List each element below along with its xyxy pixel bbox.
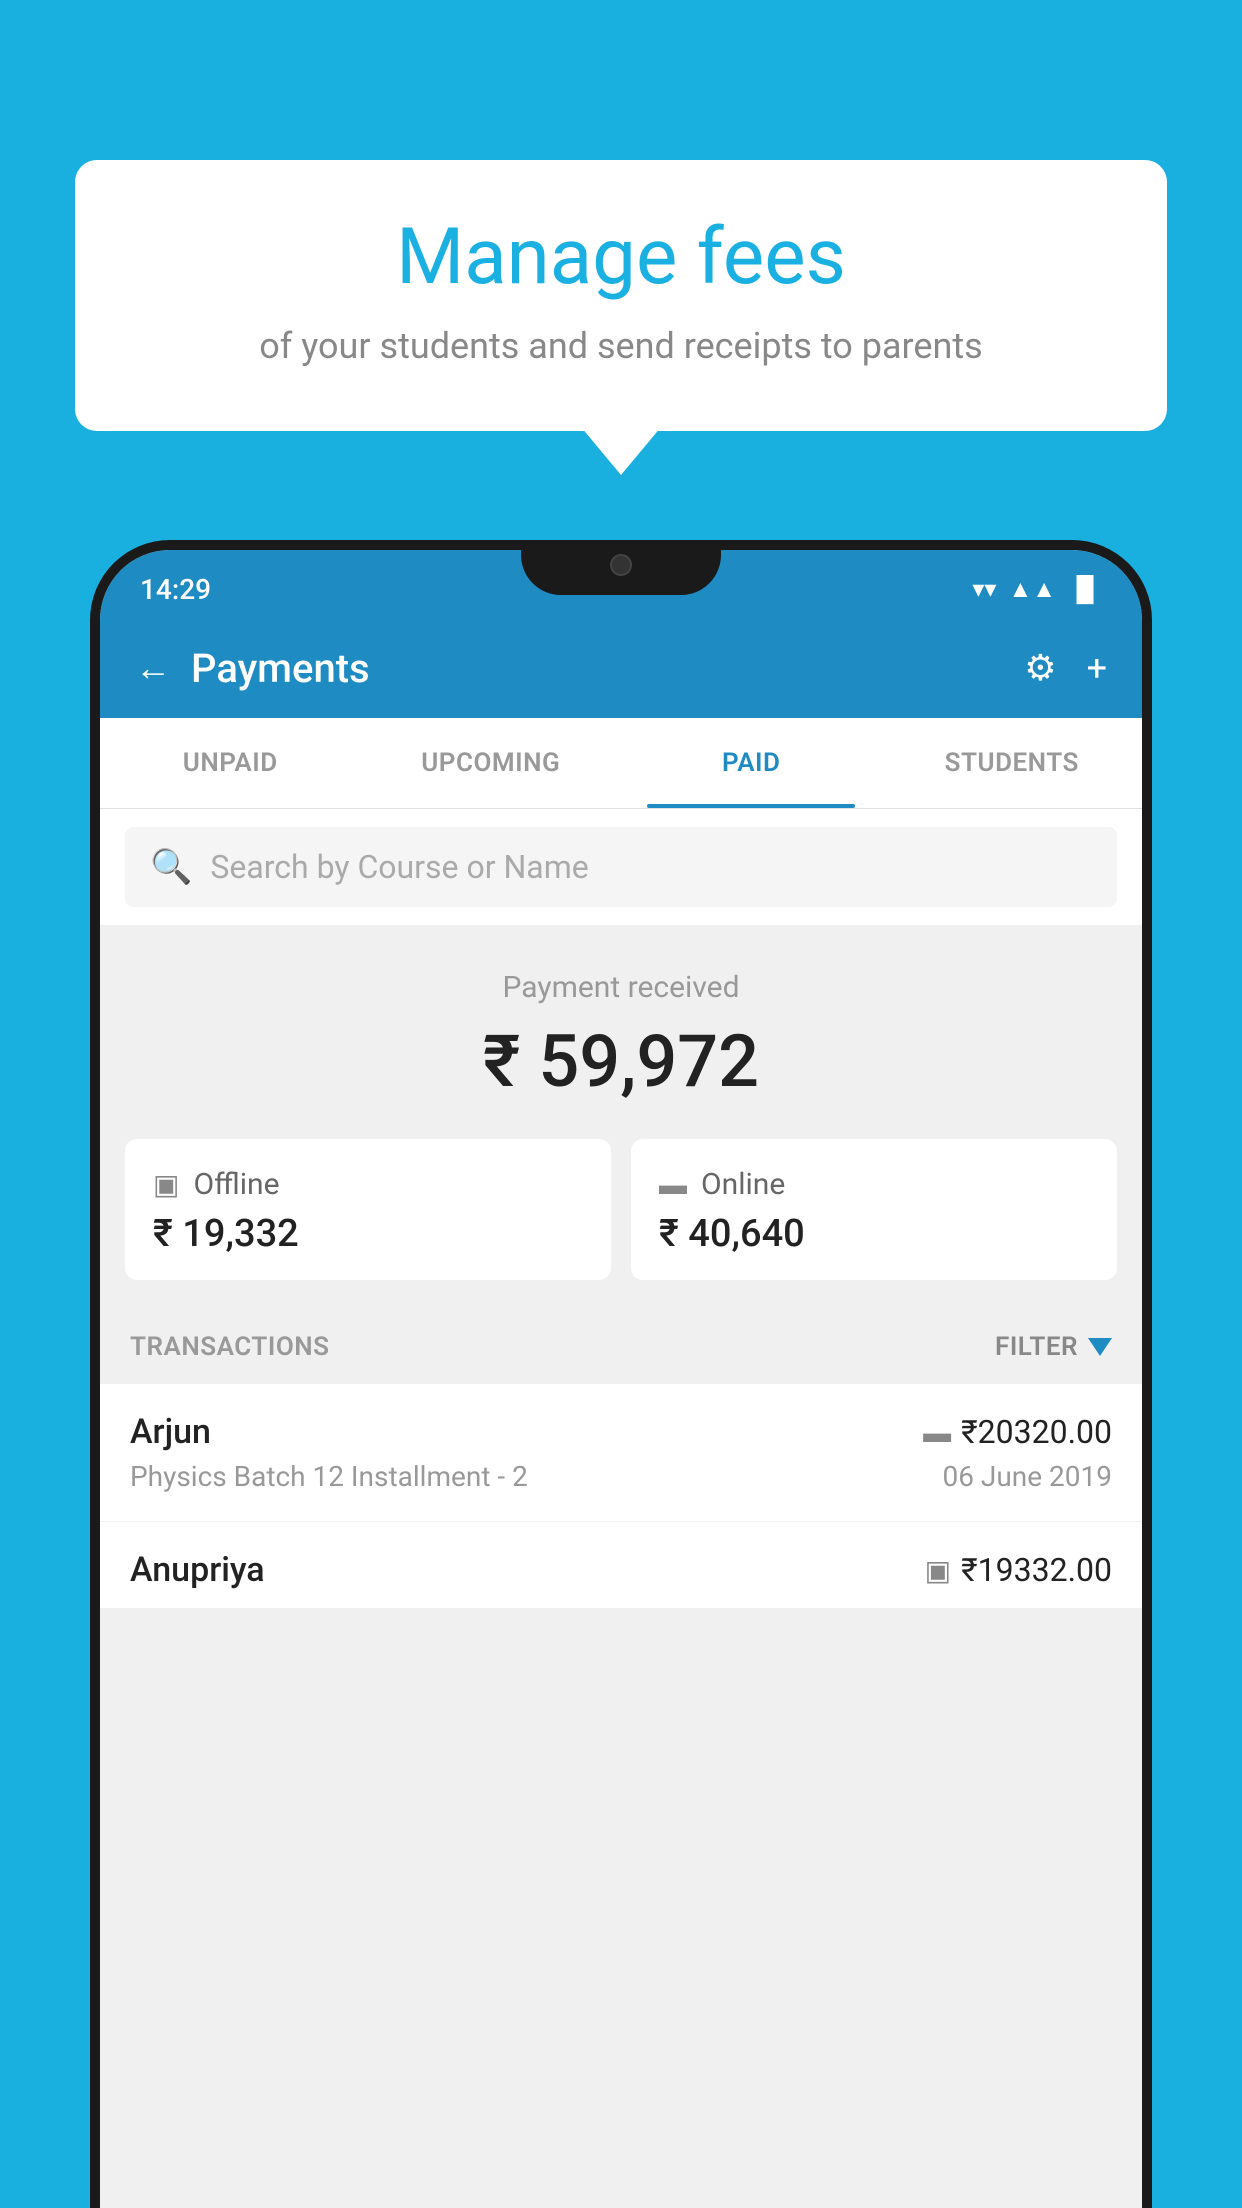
online-payment-card: ▬ Online ₹ 40,640	[631, 1139, 1117, 1280]
tabs-container: UNPAID UPCOMING PAID STUDENTS	[100, 718, 1142, 809]
filter-button[interactable]: FILTER	[995, 1332, 1112, 1362]
payment-received-amount: ₹ 59,972	[130, 1019, 1112, 1104]
tooltip-title: Manage fees	[135, 215, 1107, 301]
battery-icon: ▐▌	[1068, 575, 1102, 604]
header-title: Payments	[191, 645, 370, 692]
transaction-mode-icon: ▬	[923, 1416, 951, 1449]
tooltip-card: Manage fees of your students and send re…	[75, 160, 1167, 431]
offline-label: Offline	[193, 1167, 279, 1202]
table-row: Anupriya ▣ ₹19332.00	[100, 1522, 1142, 1608]
offline-icon: ▣	[153, 1168, 179, 1201]
search-bar-wrapper: 🔍 Search by Course or Name	[100, 809, 1142, 925]
transaction-date: 06 June 2019	[942, 1460, 1112, 1493]
transactions-list: Arjun ▬ ₹20320.00 Physics Batch 12 Insta…	[100, 1384, 1142, 1608]
transaction-detail: Physics Batch 12 Installment - 2	[130, 1460, 528, 1493]
phone-frame: 14:29 ▾▾ ▲▲ ▐▌ ← Payments ⚙ + UNPAID UPC…	[90, 540, 1152, 2208]
offline-amount: ₹ 19,332	[153, 1212, 583, 1256]
filter-label: FILTER	[995, 1332, 1078, 1362]
tab-unpaid[interactable]: UNPAID	[100, 718, 361, 808]
status-icons: ▾▾ ▲▲ ▐▌	[972, 575, 1102, 604]
search-bar[interactable]: 🔍 Search by Course or Name	[125, 827, 1117, 907]
transaction-row-top-2: Anupriya ▣ ₹19332.00	[130, 1550, 1112, 1590]
add-icon[interactable]: +	[1087, 647, 1107, 689]
table-row: Arjun ▬ ₹20320.00 Physics Batch 12 Insta…	[100, 1384, 1142, 1522]
search-icon: 🔍	[150, 847, 192, 887]
settings-icon[interactable]: ⚙	[1024, 647, 1056, 689]
wifi-icon: ▾▾	[972, 575, 996, 603]
online-label: Online	[701, 1167, 785, 1202]
tooltip-subtitle: of your students and send receipts to pa…	[135, 321, 1107, 371]
transaction-row-top: Arjun ▬ ₹20320.00	[130, 1412, 1112, 1452]
search-input[interactable]: Search by Course or Name	[210, 848, 588, 886]
offline-card-header: ▣ Offline	[153, 1167, 583, 1202]
tab-paid[interactable]: PAID	[621, 718, 882, 808]
online-card-header: ▬ Online	[659, 1167, 1089, 1202]
online-icon: ▬	[659, 1168, 687, 1201]
payment-received-label: Payment received	[130, 970, 1112, 1005]
transactions-header: TRANSACTIONS FILTER	[100, 1310, 1142, 1384]
transaction-row-bottom: Physics Batch 12 Installment - 2 06 June…	[130, 1460, 1112, 1493]
transaction-name: Arjun	[130, 1412, 211, 1452]
phone-screen: 14:29 ▾▾ ▲▲ ▐▌ ← Payments ⚙ + UNPAID UPC…	[100, 550, 1142, 2208]
tab-students[interactable]: STUDENTS	[882, 718, 1143, 808]
signal-icon: ▲▲	[1008, 575, 1056, 604]
transaction-name-2: Anupriya	[130, 1550, 265, 1590]
app-header: ← Payments ⚙ +	[100, 618, 1142, 718]
filter-icon	[1088, 1338, 1112, 1356]
transaction-amount-wrapper-2: ▣ ₹19332.00	[925, 1551, 1112, 1589]
tab-upcoming[interactable]: UPCOMING	[361, 718, 622, 808]
header-right: ⚙ +	[1024, 647, 1107, 689]
transaction-amount-2: ₹19332.00	[961, 1551, 1112, 1589]
transactions-label: TRANSACTIONS	[130, 1332, 330, 1362]
payment-received-section: Payment received ₹ 59,972	[100, 925, 1142, 1139]
header-left: ← Payments	[135, 645, 370, 692]
back-button[interactable]: ←	[135, 647, 171, 689]
transaction-amount-wrapper: ▬ ₹20320.00	[923, 1413, 1112, 1451]
offline-payment-card: ▣ Offline ₹ 19,332	[125, 1139, 611, 1280]
phone-notch	[521, 540, 721, 595]
transaction-mode-icon-2: ▣	[925, 1554, 951, 1587]
status-time: 14:29	[140, 573, 211, 606]
payment-cards: ▣ Offline ₹ 19,332 ▬ Online ₹ 40,640	[100, 1139, 1142, 1310]
transaction-amount: ₹20320.00	[961, 1413, 1112, 1451]
phone-camera	[610, 554, 632, 576]
online-amount: ₹ 40,640	[659, 1212, 1089, 1256]
